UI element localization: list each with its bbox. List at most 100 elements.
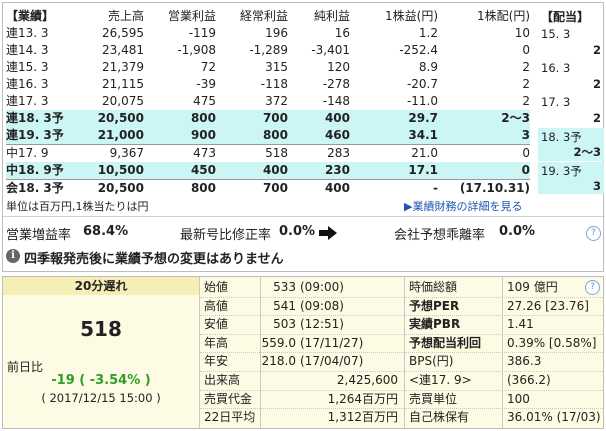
valuation-value: 0.39% [0.58%] bbox=[507, 335, 597, 350]
dividend-value: 2～3 bbox=[573, 145, 601, 159]
info-icon: i bbox=[6, 249, 20, 263]
help-icon[interactable]: ? bbox=[586, 226, 601, 241]
stat-time: (17/11/27) bbox=[300, 335, 364, 350]
forecast-notice: 四季報発売後に業績予想の変更はありません bbox=[24, 252, 284, 267]
valuation-row: 自己株保有 36.01% (17/03) bbox=[405, 409, 603, 427]
results-cell-dps: 3 bbox=[438, 127, 530, 145]
results-cell-ordinary: 196 bbox=[265, 26, 288, 40]
results-row: 連13. 3 26,595 -119 196 16 1.2 10 bbox=[6, 25, 530, 42]
results-cell-period: 連15. 3 bbox=[6, 60, 49, 74]
valuation-row: <連17. 9> (366.2) bbox=[405, 372, 603, 390]
results-header-cell: 1株益(円) bbox=[385, 9, 438, 23]
results-row: 中18. 9予 10,500 450 400 230 17.1 0 bbox=[6, 162, 530, 180]
results-cell-op: 473 bbox=[144, 144, 216, 162]
stat-label: 年安 bbox=[204, 354, 229, 369]
results-cell-ordinary: -118 bbox=[260, 77, 288, 91]
results-cell-dps: 0 bbox=[522, 43, 530, 57]
revision-value: 0.0% bbox=[279, 224, 316, 239]
results-cell-period: 連14. 3 bbox=[6, 43, 49, 57]
results-cell-net: -278 bbox=[322, 77, 350, 91]
results-cell-ordinary: 372 bbox=[265, 94, 288, 108]
stat-row: 高値 541 (09:08) bbox=[200, 298, 404, 316]
dividend-item: 17. 3 2 bbox=[538, 94, 604, 126]
results-cell-dps: 0 bbox=[438, 144, 530, 162]
results-cell-op: 900 bbox=[144, 127, 216, 145]
results-cell-dps: 2～3 bbox=[438, 110, 530, 127]
stat-value: 503 bbox=[273, 317, 296, 332]
valuation-label: 予想配当利回 bbox=[409, 335, 482, 350]
dividend-value: 2 bbox=[592, 111, 601, 125]
dividend-value: 2 bbox=[592, 43, 601, 57]
results-header-cell: 売上高 bbox=[107, 9, 144, 23]
price-block: 20分遅れ 518 前日比 -19 ( -3.54% ) ( 2017/12/1… bbox=[3, 277, 199, 428]
dividend-item: 19. 3予 3 bbox=[538, 162, 604, 194]
valuation-row: BPS(円) 386.3 bbox=[405, 353, 603, 371]
stat-row: 年高 559.0 (17/11/27) bbox=[200, 335, 404, 353]
stat-row: 出来高 2,425,600 bbox=[200, 372, 404, 390]
valuation-label: 時価総額 bbox=[409, 280, 458, 294]
ratio-row: 営業増益率 68.4% 最新号比修正率 0.0% 会社予想乖離率 0.0% ? bbox=[6, 224, 602, 244]
stat-label: 売買代金 bbox=[204, 391, 253, 406]
stat-row: 年安 218.0 (17/04/07) bbox=[200, 353, 404, 371]
results-footer: 単位は百万円,1株当たりは円 ▶業績財務の詳細を見る bbox=[6, 196, 604, 214]
results-cell-eps: -11.0 bbox=[406, 94, 438, 108]
notice-row: i 四季報発売後に業績予想の変更はありません bbox=[6, 247, 596, 267]
valuation-label: 自己株保有 bbox=[409, 410, 470, 425]
results-cell-sales: 10,500 bbox=[76, 162, 144, 180]
stat-row: 始値 533 (09:00) bbox=[200, 279, 404, 297]
stat-value: 1,312百万円 bbox=[327, 410, 398, 425]
results-cell-sales: 20,500 bbox=[76, 110, 144, 127]
valuation-label: BPS(円) bbox=[409, 354, 454, 369]
valuation-value: (366.2) bbox=[507, 373, 551, 387]
deviation-value: 0.0% bbox=[499, 224, 536, 239]
valuation-value: 27.26 [23.76] bbox=[507, 298, 589, 313]
results-row: 連19. 3予 21,000 900 800 460 34.1 3 bbox=[6, 127, 530, 145]
stat-value: 559.0 bbox=[261, 335, 296, 350]
divider bbox=[3, 216, 605, 217]
dividend-item: 15. 3 2 bbox=[538, 26, 604, 58]
results-header-cell: 経常利益 bbox=[239, 9, 288, 23]
quote-panel: 20分遅れ 518 前日比 -19 ( -3.54% ) ( 2017/12/1… bbox=[2, 276, 604, 429]
quote-timestamp: ( 2017/12/15 15:00 ) bbox=[41, 391, 161, 405]
stat-value: 1,264百万円 bbox=[327, 391, 398, 406]
help-icon[interactable]: ? bbox=[585, 280, 600, 295]
results-cell-eps: 21.0 bbox=[350, 144, 438, 162]
stat-time: (09:08) bbox=[300, 298, 344, 313]
results-detail-link[interactable]: ▶業績財務の詳細を見る bbox=[404, 198, 522, 214]
revision-label: 最新号比修正率 bbox=[180, 228, 272, 243]
results-cell-net: 400 bbox=[288, 179, 350, 197]
results-cell-op: 800 bbox=[144, 179, 216, 197]
results-header-cell: 純利益 bbox=[313, 9, 350, 23]
valuation-row: 売買単位 100 bbox=[405, 391, 603, 409]
results-cell-sales: 21,000 bbox=[76, 127, 144, 145]
results-cell-net: 120 bbox=[327, 60, 350, 74]
results-cell-net: -3,401 bbox=[311, 43, 350, 57]
results-row: 連16. 3 21,115 -39 -118 -278 -20.7 2 bbox=[6, 76, 530, 93]
results-cell-ordinary: 700 bbox=[216, 179, 288, 197]
stat-label: 高値 bbox=[204, 298, 229, 313]
stat-row: 安値 503 (12:51) bbox=[200, 316, 404, 334]
dividend-year: 16. 3 bbox=[541, 61, 571, 75]
results-cell-sales: 23,481 bbox=[102, 43, 144, 57]
results-cell-sales: 20,075 bbox=[102, 94, 144, 108]
valuation-label: 予想PER bbox=[409, 298, 460, 313]
results-cell-ordinary: 315 bbox=[265, 60, 288, 74]
results-row: 連14. 3 23,481 -1,908 -1,289 -3,401 -252.4 0 bbox=[6, 42, 530, 59]
valuation-row: 時価総額 109 億円 bbox=[405, 279, 603, 297]
results-table: 【業績】 売上高 営業利益 経常利益 純利益 1株益(円) 1株配(円) 連13. 3 26,5… bbox=[6, 8, 530, 197]
dividend-year: 19. 3予 bbox=[541, 164, 582, 178]
valuation-value: 36.01% (17/03) bbox=[507, 410, 601, 425]
stat-value: 218.0 bbox=[261, 354, 296, 369]
price-change: -19 ( -3.54% ) bbox=[51, 373, 151, 388]
results-cell-sales: 21,115 bbox=[102, 77, 144, 91]
stat-value: 541 bbox=[273, 298, 296, 313]
results-cell-op: -1,908 bbox=[177, 43, 216, 57]
dividend-item: 18. 3予 2～3 bbox=[538, 128, 604, 161]
results-cell-sales: 26,595 bbox=[102, 26, 144, 40]
results-cell-dps: 2 bbox=[522, 94, 530, 108]
results-row: 会18. 3予 20,500 800 700 400- (17.10.31) bbox=[6, 179, 530, 197]
results-cell-ordinary: 800 bbox=[216, 127, 288, 145]
valuation-value: 386.3 bbox=[507, 354, 542, 369]
results-cell-eps: 8.9 bbox=[418, 60, 438, 74]
results-cell-net: 460 bbox=[288, 127, 350, 145]
